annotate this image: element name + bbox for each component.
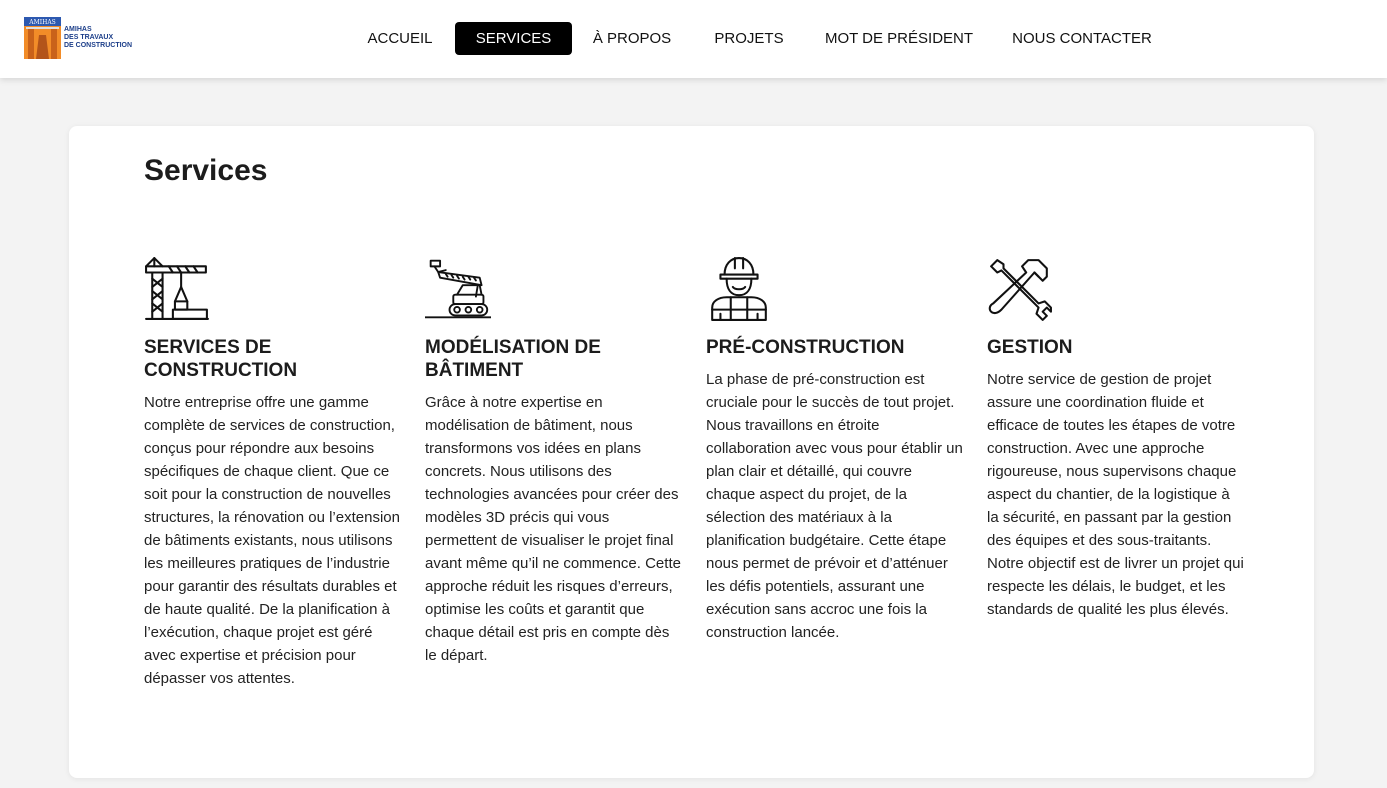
- service-description: La phase de pré-construction est crucial…: [706, 371, 963, 641]
- service-title: GESTION: [987, 337, 1073, 358]
- nav-a-propos[interactable]: À PROPOS: [582, 22, 682, 55]
- crane-icon: [145, 257, 209, 320]
- service-description: Notre entreprise offre une gamme complèt…: [144, 394, 400, 687]
- service-description: Notre service de gestion de projet assur…: [987, 371, 1244, 618]
- top-navbar: AMIHAS AMIHAS DES TRAVAUX DE CONSTRUCTIO…: [0, 0, 1387, 78]
- nav-projets[interactable]: PROJETS: [703, 22, 795, 55]
- service-pre-construction: PRÉ-CONSTRUCTION La phase de pré-constru…: [706, 256, 963, 644]
- service-title: MODÉLISATION DE BÂTIMENT: [425, 337, 601, 381]
- service-gestion: GESTION Notre service de gestion de proj…: [987, 256, 1244, 621]
- nav-mot-de-president[interactable]: MOT DE PRÉSIDENT: [818, 22, 980, 55]
- nav-accueil[interactable]: ACCUEIL: [354, 22, 446, 55]
- service-description: Grâce à notre expertise en modélisation …: [425, 394, 681, 664]
- main-nav: ACCUEIL SERVICES À PROPOS PROJETS MOT DE…: [0, 22, 1387, 55]
- service-title: PRÉ-CONSTRUCTION: [706, 337, 905, 358]
- excavator-icon: [425, 259, 491, 319]
- service-title: SERVICES DE CONSTRUCTION: [144, 337, 298, 381]
- services-card: Services SERVICES DE CONSTRUCTION Notre …: [69, 126, 1314, 778]
- worker-icon: [711, 257, 767, 321]
- nav-nous-contacter[interactable]: NOUS CONTACTER: [1003, 22, 1161, 55]
- nav-services[interactable]: SERVICES: [455, 22, 572, 55]
- page-title: Services: [144, 154, 268, 187]
- service-construction: SERVICES DE CONSTRUCTION Notre entrepris…: [144, 256, 401, 690]
- tools-icon: [988, 259, 1052, 321]
- service-modelisation: MODÉLISATION DE BÂTIMENT Grâce à notre e…: [425, 256, 682, 667]
